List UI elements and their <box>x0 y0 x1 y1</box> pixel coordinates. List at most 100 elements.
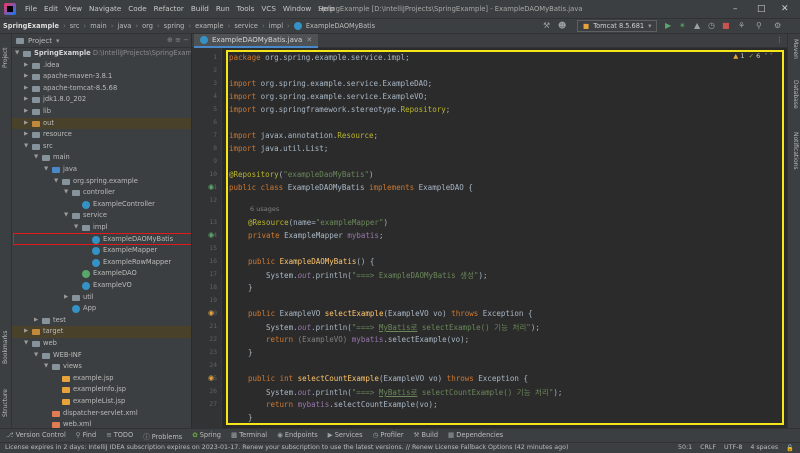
menu-file[interactable]: File <box>25 4 37 13</box>
run-configuration-select[interactable]: ■ Tomcat 8.5.681 ▾ <box>577 20 658 32</box>
tree-item[interactable]: ▶ out <box>12 117 191 130</box>
tree-item[interactable]: ▼ main <box>12 152 191 164</box>
implements-icon[interactable]: ◉ <box>208 374 214 382</box>
tool-endpoints[interactable]: ◉ Endpoints <box>277 431 318 441</box>
settings-icon[interactable]: ⚙ <box>774 21 781 31</box>
tree-item[interactable]: App <box>12 303 191 315</box>
menu-refactor[interactable]: Refactor <box>154 4 184 13</box>
chevron-down-icon[interactable]: ▼ <box>34 350 38 362</box>
run-icon[interactable]: ▶ <box>665 21 671 31</box>
breadcrumb-impl[interactable]: impl <box>269 22 283 30</box>
chevron-right-icon[interactable]: ▶ <box>64 292 68 304</box>
tree-item[interactable]: ▼ impl <box>12 222 191 234</box>
tree-item[interactable]: ▼ web <box>12 338 191 350</box>
tree-item[interactable]: ▼ java <box>12 164 191 176</box>
menu-tools[interactable]: Tools <box>237 4 255 13</box>
breadcrumb-example[interactable]: example <box>195 22 223 30</box>
tool-spring[interactable]: ✿ Spring <box>192 431 221 441</box>
chevron-right-icon[interactable]: ▶ <box>24 326 28 338</box>
tree-item[interactable]: web.xml <box>12 419 191 428</box>
tree-root[interactable]: ▼ SpringExample D:\IntelliJProjects\Spri… <box>12 48 191 60</box>
tree-item[interactable]: ▶ .idea <box>12 60 191 72</box>
breadcrumb-service[interactable]: service <box>234 22 258 30</box>
indent-setting[interactable]: 4 spaces <box>750 444 778 452</box>
user-icon[interactable]: ☻ <box>558 21 566 31</box>
caret-position[interactable]: 50:1 <box>678 444 692 452</box>
maven-tool-tab[interactable]: Maven <box>792 39 799 59</box>
breadcrumb-project[interactable]: SpringExample <box>3 22 59 30</box>
tool-terminal[interactable]: ▩ Terminal <box>231 431 267 441</box>
tree-item[interactable]: ▼ org.spring.example <box>12 176 191 188</box>
menu-edit[interactable]: Edit <box>44 4 58 13</box>
lock-icon[interactable]: 🔓 <box>786 444 794 452</box>
project-panel-title[interactable]: Project <box>28 37 52 45</box>
tree-item[interactable]: ▶ target <box>12 326 191 338</box>
tree-item[interactable]: ▶ util <box>12 292 191 304</box>
file-encoding[interactable]: UTF-8 <box>724 444 742 452</box>
bean-icon[interactable]: ◉ <box>208 183 214 191</box>
close-tab-icon[interactable]: ✕ <box>306 36 312 44</box>
status-message[interactable]: License expires in 2 days: IntelliJ IDEA… <box>5 444 568 451</box>
tree-item[interactable]: ▶ jdk1.8.0_202 <box>12 94 191 106</box>
tool-profiler[interactable]: ◷ Profiler <box>373 431 404 441</box>
search-icon[interactable]: ⚲ <box>756 21 762 31</box>
chevron-right-icon[interactable]: ▶ <box>24 106 28 118</box>
chevron-right-icon[interactable]: ▶ <box>24 83 28 95</box>
tool-build[interactable]: ⚒ Build <box>414 431 438 441</box>
menu-navigate[interactable]: Navigate <box>89 4 121 13</box>
chevron-down-icon[interactable]: ▼ <box>54 176 58 188</box>
hammer-icon[interactable]: ⚒ <box>543 21 550 31</box>
panel-options-icon[interactable]: ⊕ ≡ − <box>167 36 189 44</box>
tree-item[interactable]: ▼ src <box>12 141 191 153</box>
bookmarks-tool-tab[interactable]: Bookmarks <box>2 330 9 364</box>
chevron-right-icon[interactable]: ▶ <box>24 118 28 130</box>
menu-code[interactable]: Code <box>128 4 146 13</box>
chevron-down-icon[interactable]: ▼ <box>64 210 68 222</box>
notifications-tool-tab[interactable]: Notifications <box>792 132 799 170</box>
chevron-down-icon[interactable]: ▾ <box>56 37 60 45</box>
breadcrumb-org[interactable]: org <box>142 22 153 30</box>
chevron-down-icon[interactable]: ▼ <box>24 141 28 153</box>
tree-item[interactable]: ▼ service <box>12 210 191 222</box>
usages-hint[interactable]: 6 usages <box>250 205 279 213</box>
breadcrumb-main[interactable]: main <box>90 22 106 30</box>
code-editor[interactable]: 1 2 3 4 5 6 7 8 9 10 11 12 13 14 15 16 17 18 19 20 21 22 23 24 2… <box>192 48 787 428</box>
menu-vcs[interactable]: VCS <box>261 4 276 13</box>
breadcrumb-class[interactable]: ExampleDAOMyBatis <box>306 22 375 30</box>
menu-window[interactable]: Window <box>283 4 311 13</box>
chevron-down-icon[interactable]: ▼ <box>44 361 48 373</box>
tool-services[interactable]: ▶ Services <box>328 431 363 441</box>
tree-item[interactable]: dispatcher-servlet.xml <box>12 408 191 420</box>
tree-item[interactable]: ▼ WEB-INF <box>12 350 191 362</box>
line-separator[interactable]: CRLF <box>700 444 716 452</box>
breadcrumb-src[interactable]: src <box>70 22 80 30</box>
tabs-menu-icon[interactable]: ⋮ <box>776 36 783 44</box>
bean-icon[interactable]: ◉ <box>208 231 214 239</box>
menu-run[interactable]: Run <box>216 4 230 13</box>
tree-item[interactable]: ExampleController <box>12 199 191 211</box>
tab-exampledaomybatis[interactable]: ExampleDAOMyBatis.java ✕ <box>194 34 319 48</box>
structure-tool-tab[interactable]: Structure <box>2 389 9 417</box>
implements-icon[interactable]: ◉ <box>208 309 214 317</box>
tree-item[interactable]: ExampleVO <box>12 280 191 292</box>
close-icon[interactable]: ✕ <box>781 4 789 14</box>
debug-icon[interactable]: ✴ <box>679 21 686 31</box>
chevron-right-icon[interactable]: ▶ <box>34 315 38 327</box>
tree-item[interactable]: ▶ lib <box>12 106 191 118</box>
database-tool-tab[interactable]: Database <box>792 80 799 109</box>
breadcrumb-spring[interactable]: spring <box>164 22 185 30</box>
tree-item[interactable]: ExampleRowMapper <box>12 257 191 269</box>
chevron-down-icon[interactable]: ▼ <box>44 164 48 176</box>
tool-dependencies[interactable]: ▦ Dependencies <box>448 431 503 441</box>
tree-item[interactable]: ▶ resource <box>12 129 191 141</box>
chevron-right-icon[interactable]: ▶ <box>24 71 28 83</box>
tree-item[interactable]: exampleList.jsp <box>12 396 191 408</box>
tree-item[interactable]: exampleInfo.jsp <box>12 384 191 396</box>
tool-find[interactable]: ⚲ Find <box>76 431 96 441</box>
tree-item[interactable]: ▼ views <box>12 361 191 373</box>
tool-todo[interactable]: ≡ TODO <box>106 431 133 441</box>
chevron-down-icon[interactable]: ▼ <box>24 338 28 350</box>
project-tool-tab[interactable]: Project <box>2 47 9 68</box>
chevron-down-icon[interactable]: ▼ <box>74 222 78 234</box>
tree-item[interactable]: ▶ apache-tomcat-8.5.68 <box>12 83 191 95</box>
